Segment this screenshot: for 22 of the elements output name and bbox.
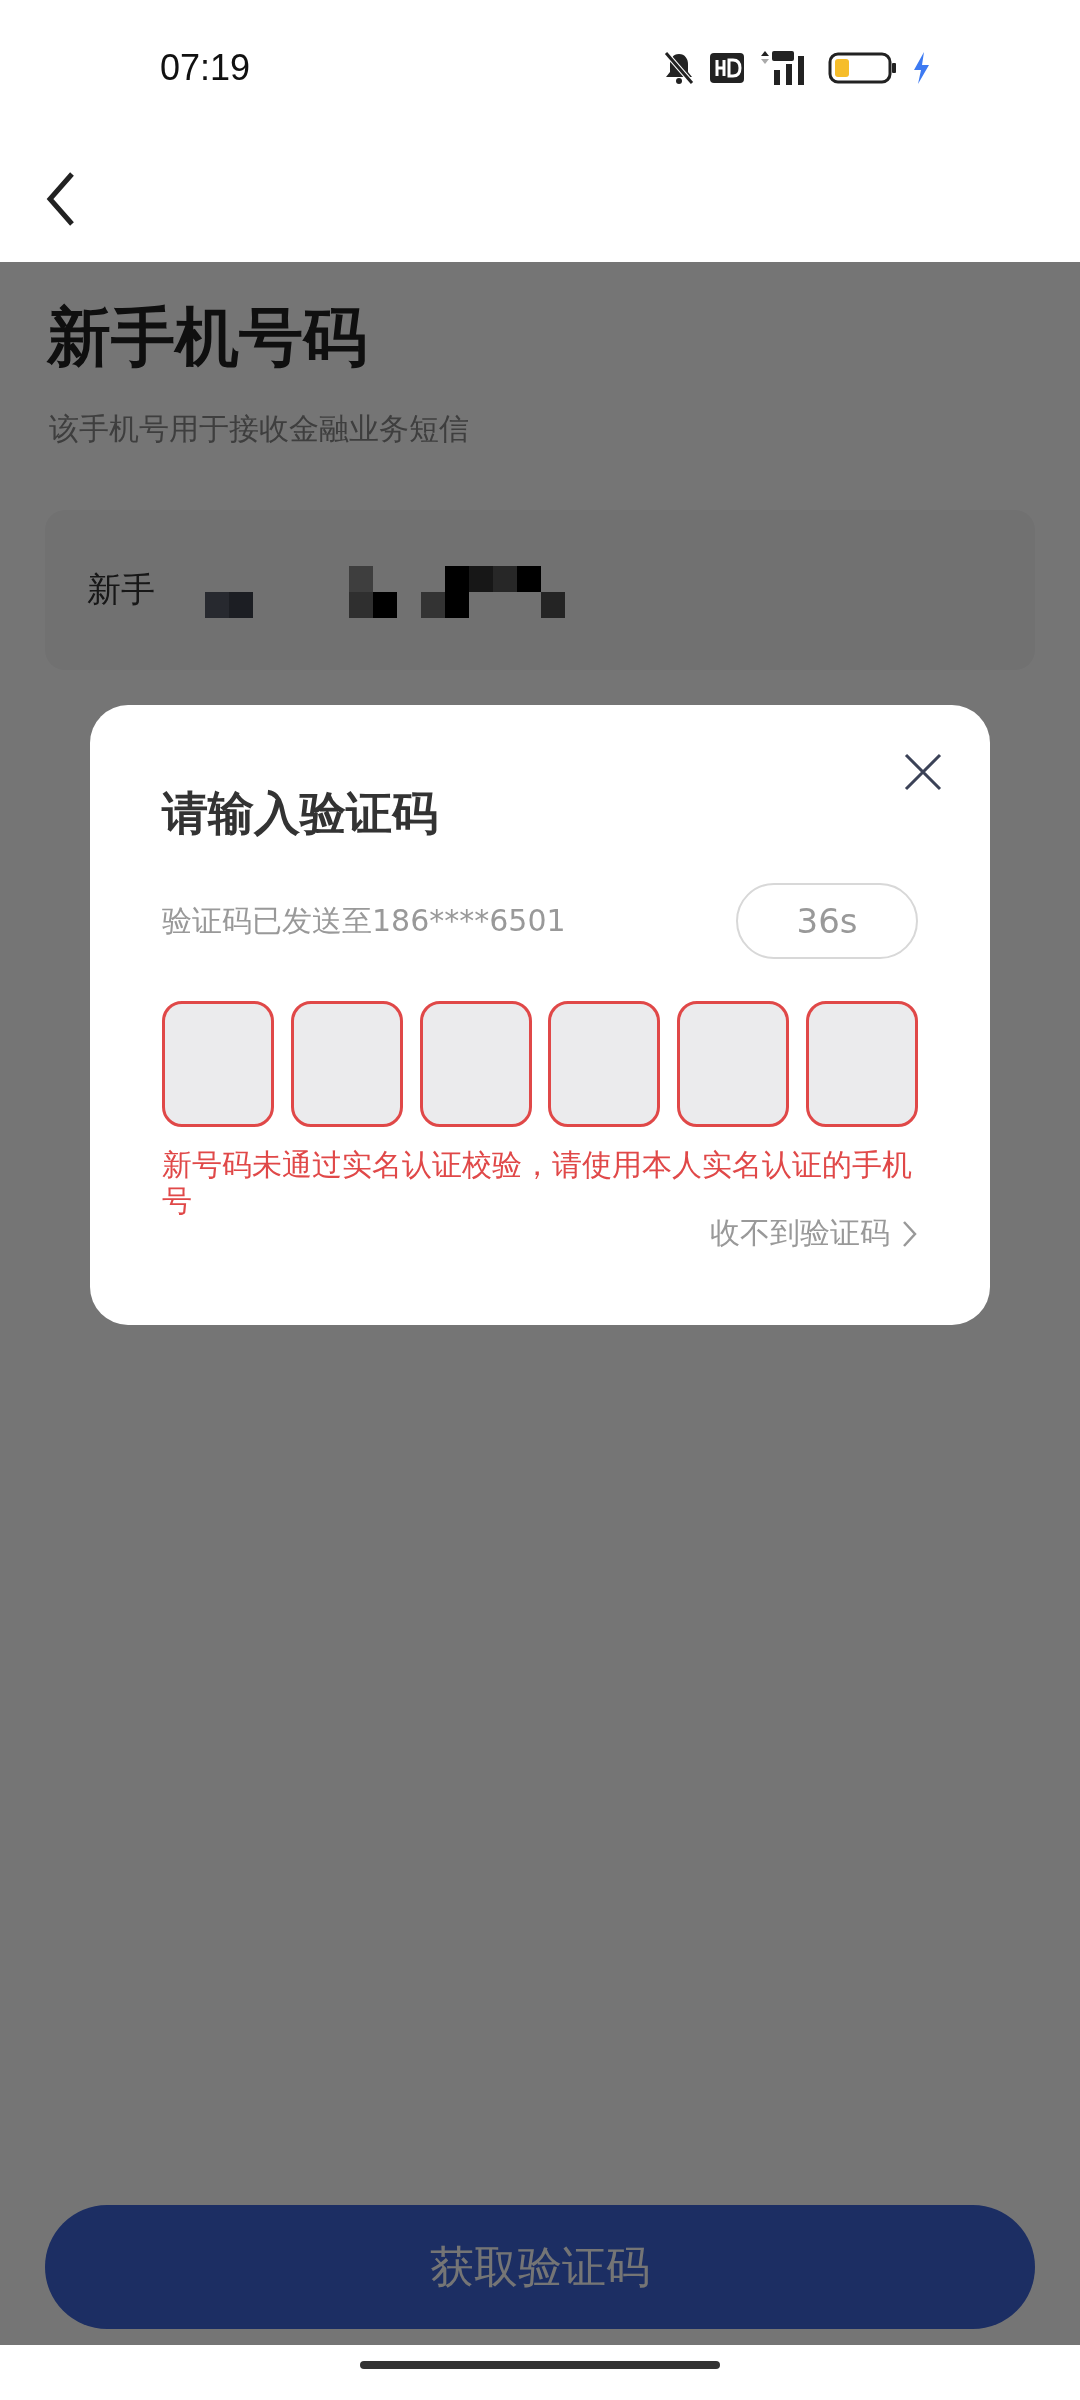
countdown-pill: 36s	[736, 883, 918, 959]
sent-notice: 验证码已发送至186****6501	[162, 901, 566, 940]
field-label: 新手	[87, 568, 155, 611]
code-digit-field[interactable]	[677, 1001, 790, 1127]
phone-field[interactable]: 新手	[45, 510, 1035, 670]
code-digit-field[interactable]	[162, 1001, 274, 1127]
status-time: 07:19	[160, 47, 251, 89]
close-icon[interactable]	[904, 753, 942, 791]
code-digit-field[interactable]	[806, 1001, 918, 1127]
page-title: 新手机号码	[47, 299, 368, 376]
bell-muted-icon	[662, 50, 696, 86]
code-digit-field[interactable]	[290, 1001, 403, 1127]
back-icon[interactable]	[46, 171, 76, 227]
hd-icon	[710, 53, 744, 83]
code-digit-field[interactable]	[419, 1001, 532, 1127]
battery-icon	[828, 52, 898, 84]
home-indicator[interactable]	[360, 2360, 720, 2369]
chevron-right-icon	[902, 1219, 918, 1248]
dialog-title: 请输入验证码	[162, 785, 439, 842]
charging-icon	[912, 52, 930, 84]
code-digit-field[interactable]	[548, 1001, 661, 1127]
get-code-button[interactable]: 获取验证码	[45, 2205, 1035, 2329]
